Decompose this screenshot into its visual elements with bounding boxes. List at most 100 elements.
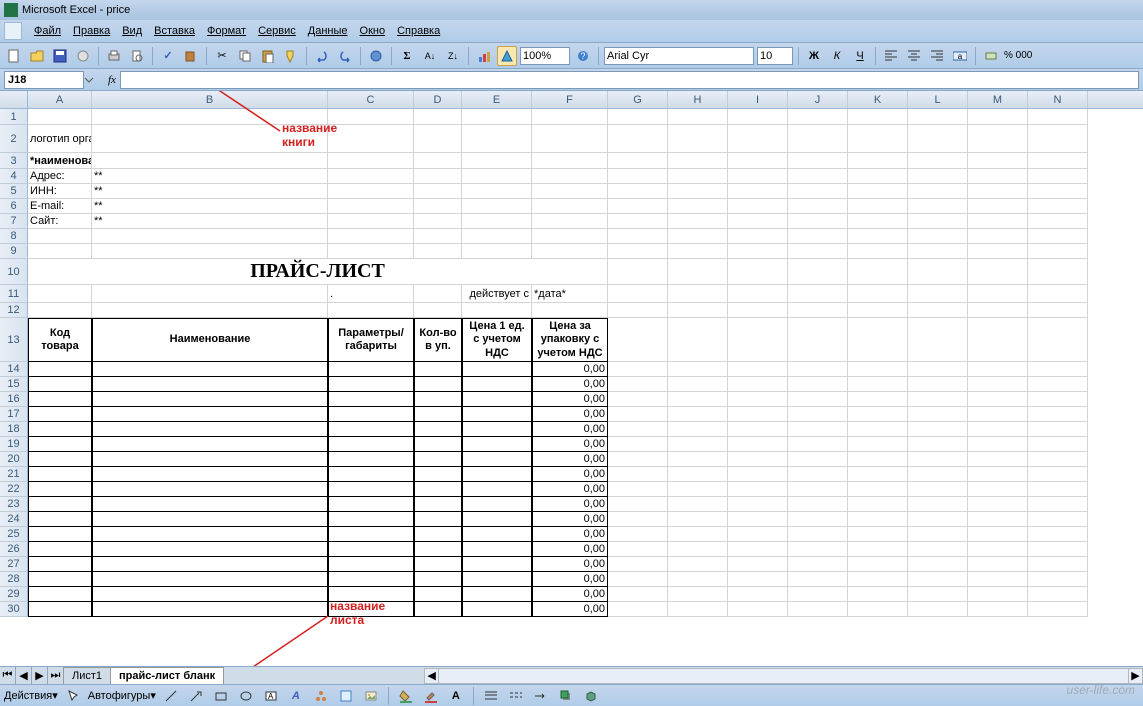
- cell[interactable]: [908, 572, 968, 587]
- cell[interactable]: [608, 153, 668, 169]
- cell[interactable]: [462, 542, 532, 557]
- row-header-14[interactable]: 14: [0, 362, 28, 377]
- cell[interactable]: [328, 392, 414, 407]
- cell[interactable]: [28, 512, 92, 527]
- cell[interactable]: [1028, 572, 1088, 587]
- tab-nav-first[interactable]: ⏮: [0, 667, 16, 684]
- cell[interactable]: [968, 437, 1028, 452]
- cell[interactable]: [328, 377, 414, 392]
- cell[interactable]: [848, 125, 908, 153]
- cell[interactable]: [328, 199, 414, 214]
- menu-Окно[interactable]: Окно: [354, 23, 392, 39]
- row-header-29[interactable]: 29: [0, 587, 28, 602]
- cell[interactable]: [28, 229, 92, 244]
- cell[interactable]: [848, 377, 908, 392]
- cell[interactable]: [328, 214, 414, 229]
- cell[interactable]: [668, 214, 728, 229]
- cell[interactable]: [788, 184, 848, 199]
- cell[interactable]: [28, 602, 92, 617]
- cell[interactable]: [92, 437, 328, 452]
- dash-style-button[interactable]: [506, 686, 526, 706]
- cell[interactable]: [328, 542, 414, 557]
- cell[interactable]: [728, 184, 788, 199]
- hyperlink-button[interactable]: [366, 46, 386, 66]
- cell[interactable]: [728, 437, 788, 452]
- cell[interactable]: [728, 572, 788, 587]
- open-button[interactable]: [27, 46, 47, 66]
- line-button[interactable]: [161, 686, 181, 706]
- cell[interactable]: [728, 467, 788, 482]
- cell[interactable]: [968, 377, 1028, 392]
- align-right-button[interactable]: [927, 46, 947, 66]
- cell[interactable]: 0,00: [532, 542, 608, 557]
- 3d-button[interactable]: [581, 686, 601, 706]
- row-header-19[interactable]: 19: [0, 437, 28, 452]
- menu-Формат[interactable]: Формат: [201, 23, 252, 39]
- cell[interactable]: Цена 1 ед. с учетом НДС: [462, 318, 532, 362]
- cell[interactable]: [668, 482, 728, 497]
- select-objects-button[interactable]: [63, 686, 83, 706]
- col-header-H[interactable]: H: [668, 91, 728, 108]
- cell[interactable]: [328, 497, 414, 512]
- cell[interactable]: [728, 318, 788, 362]
- cell[interactable]: [668, 285, 728, 303]
- cell[interactable]: [1028, 214, 1088, 229]
- cell[interactable]: 0,00: [532, 512, 608, 527]
- cell[interactable]: [788, 467, 848, 482]
- cell[interactable]: [728, 392, 788, 407]
- cell[interactable]: [788, 285, 848, 303]
- cell[interactable]: [728, 244, 788, 259]
- cell[interactable]: Параметры/ габариты: [328, 318, 414, 362]
- cell[interactable]: [608, 244, 668, 259]
- row-header-15[interactable]: 15: [0, 377, 28, 392]
- cell[interactable]: [92, 244, 328, 259]
- cell[interactable]: [728, 285, 788, 303]
- cell[interactable]: [414, 512, 462, 527]
- cell[interactable]: [1028, 318, 1088, 362]
- cell[interactable]: [328, 229, 414, 244]
- row-header-16[interactable]: 16: [0, 392, 28, 407]
- cell[interactable]: [908, 587, 968, 602]
- cell[interactable]: [92, 303, 328, 318]
- cell[interactable]: [728, 109, 788, 125]
- cell[interactable]: [414, 303, 462, 318]
- cell[interactable]: [1028, 422, 1088, 437]
- sheet-tab-1[interactable]: Лист1: [63, 667, 111, 684]
- cell[interactable]: [968, 303, 1028, 318]
- cell[interactable]: [28, 362, 92, 377]
- cell[interactable]: [1028, 527, 1088, 542]
- cell[interactable]: [728, 153, 788, 169]
- col-header-J[interactable]: J: [788, 91, 848, 108]
- col-header-M[interactable]: M: [968, 91, 1028, 108]
- cell[interactable]: 0,00: [532, 452, 608, 467]
- cell[interactable]: [328, 153, 414, 169]
- cell[interactable]: [462, 109, 532, 125]
- redo-button[interactable]: [335, 46, 355, 66]
- wordart-button[interactable]: A: [286, 686, 306, 706]
- font-size-input[interactable]: [757, 47, 793, 65]
- cell[interactable]: [462, 229, 532, 244]
- cell[interactable]: [968, 557, 1028, 572]
- cell[interactable]: [92, 602, 328, 617]
- menu-Сервис[interactable]: Сервис: [252, 23, 302, 39]
- cell[interactable]: [608, 125, 668, 153]
- clipart-button[interactable]: [336, 686, 356, 706]
- fx-label[interactable]: fx: [108, 74, 116, 86]
- cell[interactable]: [848, 482, 908, 497]
- cell[interactable]: [28, 557, 92, 572]
- cell[interactable]: [668, 407, 728, 422]
- cell[interactable]: [328, 587, 414, 602]
- cell[interactable]: [532, 169, 608, 184]
- cell[interactable]: [92, 392, 328, 407]
- cell[interactable]: [1028, 437, 1088, 452]
- copy-button[interactable]: [235, 46, 255, 66]
- cell[interactable]: [908, 184, 968, 199]
- fill-color-button[interactable]: [396, 686, 416, 706]
- name-box-dropdown-icon[interactable]: [84, 75, 94, 85]
- cell[interactable]: *дата*: [532, 285, 608, 303]
- cell[interactable]: [1028, 392, 1088, 407]
- cell[interactable]: [1028, 587, 1088, 602]
- cell[interactable]: [328, 362, 414, 377]
- cell[interactable]: [908, 407, 968, 422]
- cell[interactable]: [908, 482, 968, 497]
